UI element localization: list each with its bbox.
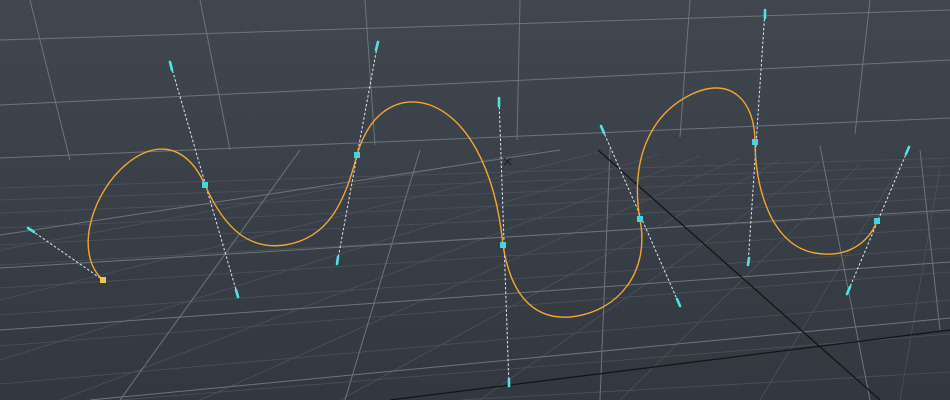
control-point[interactable] bbox=[874, 218, 880, 224]
control-point[interactable] bbox=[354, 152, 360, 158]
handle-tip[interactable] bbox=[746, 256, 751, 267]
handle-tip[interactable] bbox=[335, 255, 340, 266]
viewport-background bbox=[0, 0, 950, 400]
curve-start-point[interactable] bbox=[100, 277, 106, 283]
3d-viewport[interactable] bbox=[0, 0, 950, 400]
control-point[interactable] bbox=[637, 216, 643, 222]
control-point[interactable] bbox=[500, 242, 506, 248]
control-point[interactable] bbox=[202, 182, 208, 188]
control-point[interactable] bbox=[752, 139, 758, 145]
